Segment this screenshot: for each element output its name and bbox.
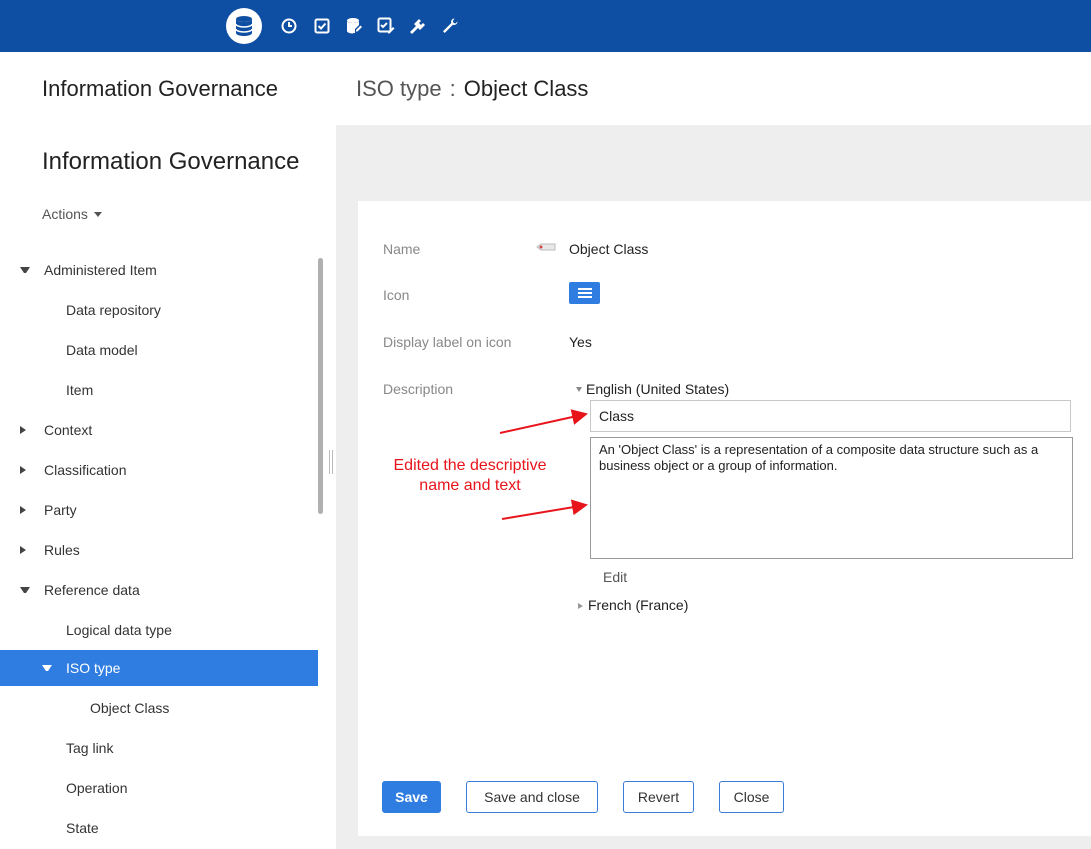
- tree-item-logical-data-type[interactable]: Logical data type: [0, 610, 318, 650]
- tree-item-context[interactable]: Context: [0, 410, 318, 450]
- description-textarea[interactable]: An 'Object Class' is a representation of…: [590, 437, 1073, 559]
- expand-toggle-icon[interactable]: [20, 506, 30, 514]
- expand-toggle-icon[interactable]: [20, 546, 30, 554]
- expand-toggle-icon[interactable]: [20, 587, 30, 593]
- tree-item-label: State: [66, 820, 99, 836]
- tree-item-classification[interactable]: Classification: [0, 450, 318, 490]
- page-title: ISO type: Object Class: [356, 76, 588, 102]
- close-button[interactable]: Close: [719, 781, 784, 813]
- panel-splitter-handle[interactable]: [329, 450, 333, 474]
- tag-icon: [536, 243, 556, 251]
- save-button[interactable]: Save: [382, 781, 441, 813]
- object-title: Object Class: [463, 76, 589, 101]
- tree-item-label: Object Class: [90, 700, 170, 716]
- tree-item-label: Item: [66, 382, 94, 398]
- expand-toggle-icon[interactable]: [20, 466, 30, 474]
- plug-icon[interactable]: [400, 8, 436, 44]
- tree-item-label: Tag link: [66, 740, 114, 756]
- sidebar-scrollbar[interactable]: [318, 258, 323, 514]
- expand-toggle-icon[interactable]: [20, 426, 30, 434]
- tree-item-tag-link[interactable]: Tag link: [0, 728, 318, 768]
- tree-item-party[interactable]: Party: [0, 490, 318, 530]
- descriptive-name-input[interactable]: [590, 400, 1071, 432]
- tree-item-label: Logical data type: [66, 622, 172, 638]
- tree-item-label: Classification: [44, 462, 127, 478]
- tree-item-reference-data[interactable]: Reference data: [0, 570, 318, 610]
- tree-item-label: Rules: [44, 542, 80, 558]
- wrench-icon[interactable]: [432, 8, 468, 44]
- name-label: Name: [383, 241, 421, 257]
- icon-label: Icon: [383, 287, 410, 303]
- checklist-edit-icon[interactable]: [368, 8, 404, 44]
- display-label-label: Display label on icon: [383, 334, 512, 350]
- tree-item-label: Reference data: [44, 582, 140, 598]
- tree-item-label: Party: [44, 502, 77, 518]
- save-and-close-button[interactable]: Save and close: [466, 781, 598, 813]
- language-french-label: French (France): [588, 597, 689, 613]
- database-icon[interactable]: [226, 8, 262, 44]
- annotation-text: Edited the descriptive name and text: [362, 456, 578, 496]
- revert-button[interactable]: Revert: [623, 781, 694, 813]
- tree-item-label: Data model: [66, 342, 138, 358]
- language-english-label: English (United States): [586, 381, 730, 397]
- tree-item-state[interactable]: State: [0, 808, 318, 848]
- display-label-value: Yes: [569, 334, 592, 350]
- tree-item-data-model[interactable]: Data model: [0, 330, 318, 370]
- name-value: Object Class: [569, 241, 649, 257]
- actions-dropdown[interactable]: Actions: [42, 206, 102, 222]
- tree-item-iso-type[interactable]: ISO type: [0, 650, 318, 686]
- actions-label: Actions: [42, 206, 88, 222]
- top-toolbar: [0, 0, 1091, 52]
- expand-toggle-icon[interactable]: [42, 665, 52, 671]
- language-english-toggle[interactable]: English (United States): [576, 381, 729, 397]
- breadcrumb-separator: :: [449, 76, 456, 101]
- caret-down-icon: [576, 387, 582, 392]
- list-icon[interactable]: [569, 282, 600, 304]
- breadcrumb-type[interactable]: ISO type: [356, 76, 442, 101]
- caret-right-icon: [578, 603, 583, 609]
- sidebar-title: Information Governance: [42, 148, 300, 175]
- tree-item-item[interactable]: Item: [0, 370, 318, 410]
- tree-item-label: Context: [44, 422, 93, 438]
- tree-item-label: Administered Item: [44, 262, 157, 278]
- tree-item-label: Operation: [66, 780, 128, 796]
- tree-item-operation[interactable]: Operation: [0, 768, 318, 808]
- tree-item-object-class[interactable]: Object Class: [0, 688, 318, 728]
- caret-down-icon: [93, 212, 102, 217]
- clock-icon[interactable]: [271, 8, 307, 44]
- checkbox-icon[interactable]: [304, 8, 340, 44]
- language-french-toggle[interactable]: French (France): [578, 597, 688, 613]
- tree-item-label: Data repository: [66, 302, 161, 318]
- edit-link[interactable]: Edit: [603, 569, 627, 585]
- tree-item-rules[interactable]: Rules: [0, 530, 318, 570]
- tree-item-administered-item[interactable]: Administered Item: [0, 250, 318, 290]
- database-edit-icon[interactable]: [336, 8, 372, 44]
- annotation-line: name and text: [419, 477, 521, 494]
- annotation-line: Edited the descriptive: [393, 457, 547, 474]
- tree-item-data-repository[interactable]: Data repository: [0, 290, 318, 330]
- expand-toggle-icon[interactable]: [20, 267, 30, 273]
- tree-item-label: ISO type: [66, 660, 121, 676]
- description-label: Description: [383, 381, 454, 397]
- app-title: Information Governance: [42, 76, 279, 101]
